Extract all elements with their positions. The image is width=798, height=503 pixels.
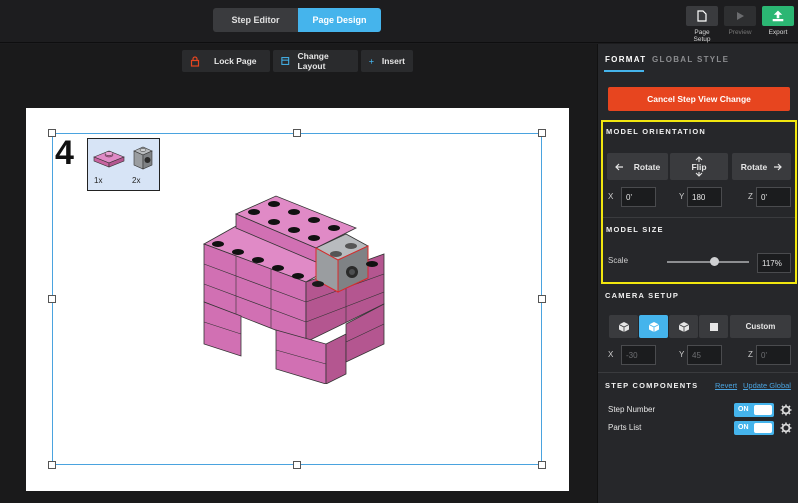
section-divider: [598, 372, 798, 373]
page-setup-button[interactable]: Page Setup: [686, 6, 718, 43]
resize-handle[interactable]: [293, 461, 301, 469]
camera-preset-front[interactable]: [699, 315, 728, 338]
orientation-y-label: Y: [679, 192, 685, 201]
tab-format[interactable]: FORMAT: [605, 55, 646, 64]
step-number-component-label: Step Number: [608, 405, 656, 414]
resize-handle[interactable]: [538, 461, 546, 469]
camera-preset-front-right[interactable]: [669, 315, 698, 338]
camera-z-input[interactable]: 0': [756, 345, 791, 365]
preview-label: Preview: [728, 29, 752, 36]
step-editor-tab[interactable]: Step Editor: [213, 8, 298, 32]
lego-model-illustration[interactable]: [196, 194, 396, 384]
layout-icon: [281, 57, 290, 65]
revert-link[interactable]: Revert: [715, 381, 737, 390]
resize-handle[interactable]: [48, 461, 56, 469]
cancel-step-view-change-button[interactable]: Cancel Step View Change: [608, 87, 790, 111]
page-canvas[interactable]: 4 1x 2x: [26, 108, 569, 491]
lock-icon: [190, 55, 200, 67]
resize-handle[interactable]: [538, 295, 546, 303]
tab-global-style[interactable]: GLOBAL STYLE: [652, 55, 729, 64]
resize-handle[interactable]: [48, 295, 56, 303]
canvas-toolbar: Lock Page Change Layout Insert: [182, 50, 413, 72]
square-icon: [709, 322, 718, 331]
step-components-title: STEP COMPONENTS: [605, 381, 699, 390]
flip-label: Flip: [690, 161, 708, 172]
change-layout-label: Change Layout: [297, 51, 329, 71]
play-icon: [724, 6, 756, 26]
insert-label: Insert: [381, 56, 405, 66]
insert-button[interactable]: Insert: [361, 50, 413, 72]
properties-panel: FORMAT GLOBAL STYLE Cancel Step View Cha…: [597, 44, 798, 503]
cube-iso-icon: [648, 321, 659, 332]
orientation-x-input[interactable]: 0': [621, 187, 656, 207]
toggle-state: ON: [738, 406, 749, 413]
pink-plate-part-icon: [93, 150, 125, 168]
model-orientation-title: MODEL ORIENTATION: [606, 127, 706, 136]
scale-slider-thumb[interactable]: [710, 257, 720, 266]
rotate-left-label: Rotate: [633, 161, 661, 172]
resize-handle[interactable]: [293, 129, 301, 137]
camera-z-label: Z: [748, 350, 753, 359]
section-divider: [603, 217, 795, 218]
arrow-left-icon: [614, 163, 623, 170]
lock-page-label: Lock Page: [214, 56, 257, 66]
camera-custom-button[interactable]: Custom: [730, 315, 791, 338]
page-icon: [686, 6, 718, 26]
scale-input[interactable]: 117%: [757, 253, 791, 273]
rotate-left-button[interactable]: Rotate: [607, 153, 668, 180]
parts-list[interactable]: 1x 2x: [87, 138, 160, 191]
camera-preset-front-left[interactable]: [609, 315, 638, 338]
workspace: Lock Page Change Layout Insert 4 1x 2x: [0, 44, 597, 503]
arrow-right-icon: [774, 163, 783, 170]
rotate-right-label: Rotate: [740, 161, 768, 172]
toggle-knob: [754, 423, 772, 433]
export-button[interactable]: Export: [762, 6, 794, 36]
plus-icon: [369, 58, 374, 64]
orientation-z-input[interactable]: 0': [756, 187, 791, 207]
orientation-z-label: Z: [748, 192, 753, 201]
flip-button[interactable]: Flip: [670, 153, 728, 180]
export-label: Export: [768, 29, 788, 36]
camera-y-input[interactable]: 45: [687, 345, 722, 365]
camera-y-label: Y: [679, 350, 685, 359]
lock-page-button[interactable]: Lock Page: [182, 50, 270, 72]
toggle-knob: [754, 405, 772, 415]
orientation-y-input[interactable]: 180: [687, 187, 722, 207]
model-size-title: MODEL SIZE: [606, 225, 664, 234]
gray-bracket-part-icon: [133, 146, 153, 170]
step-number[interactable]: 4: [55, 136, 74, 170]
scale-slider-track[interactable]: [667, 261, 749, 263]
panel-tabs: FORMAT GLOBAL STYLE: [598, 44, 798, 74]
camera-setup-title: CAMERA SETUP: [605, 291, 680, 300]
orientation-x-label: X: [608, 192, 614, 201]
camera-x-input[interactable]: -30: [621, 345, 656, 365]
top-bar: Step Editor Page Design Page Setup Previ…: [0, 0, 798, 43]
gear-icon[interactable]: [780, 404, 792, 416]
parts-list-toggle[interactable]: ON: [734, 421, 774, 435]
part-quantity: 1x: [94, 176, 103, 185]
toggle-state: ON: [738, 424, 749, 431]
page-setup-label: Page Setup: [693, 29, 711, 43]
parts-list-component-label: Parts List: [608, 423, 642, 432]
gear-icon[interactable]: [780, 422, 792, 434]
page-design-tab[interactable]: Page Design: [298, 8, 381, 32]
cube-left-icon: [618, 321, 629, 332]
upload-icon: [762, 6, 794, 26]
rotate-right-button[interactable]: Rotate: [732, 153, 791, 180]
step-number-toggle[interactable]: ON: [734, 403, 774, 417]
part-quantity: 2x: [132, 176, 141, 185]
update-global-link[interactable]: Update Global: [743, 381, 791, 390]
resize-handle[interactable]: [538, 129, 546, 137]
active-tab-indicator: [604, 70, 644, 72]
preview-button[interactable]: Preview: [724, 6, 756, 36]
mode-toggle: Step Editor Page Design: [213, 8, 381, 32]
cube-right-icon: [678, 321, 689, 332]
scale-label: Scale: [608, 256, 629, 265]
change-layout-button[interactable]: Change Layout: [273, 50, 358, 72]
camera-x-label: X: [608, 350, 614, 359]
camera-preset-iso[interactable]: [639, 315, 668, 338]
